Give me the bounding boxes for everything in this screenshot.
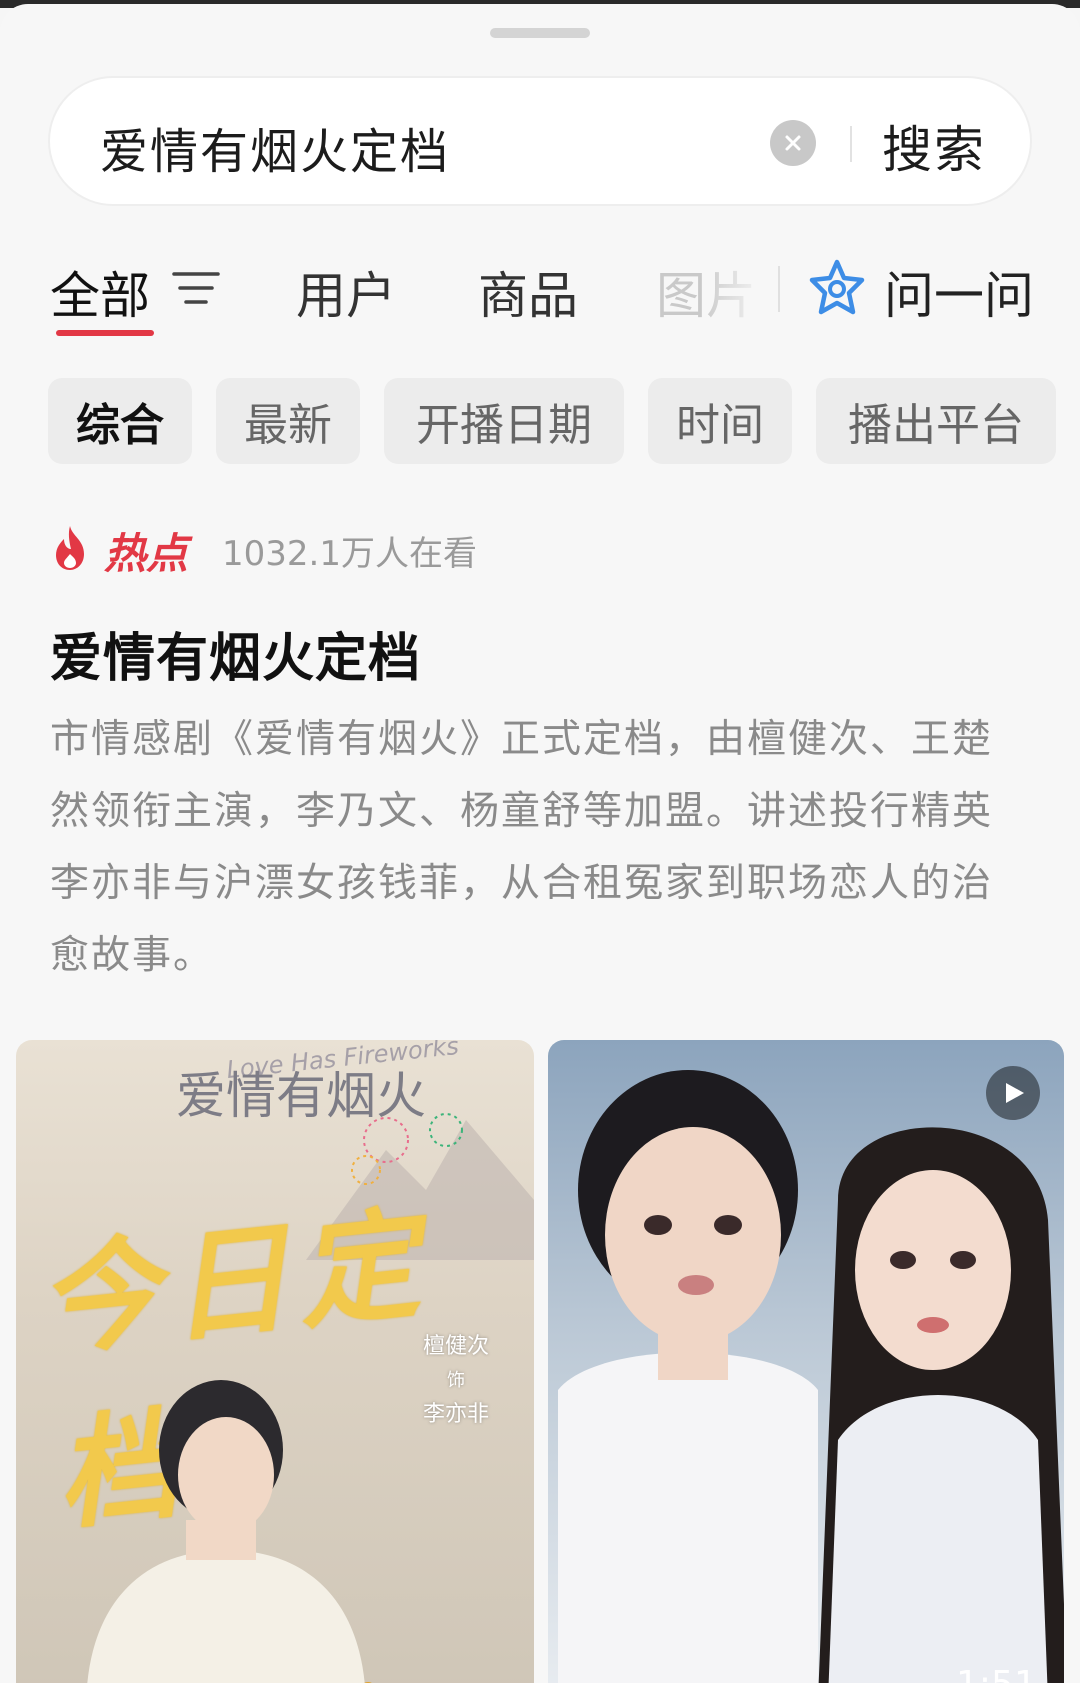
chip-comprehensive[interactable]: 综合 (48, 378, 192, 464)
ai-star-icon[interactable] (806, 258, 868, 320)
tab-goods[interactable]: 商品 (478, 256, 578, 328)
search-input[interactable]: 爱情有烟火定档 (100, 112, 450, 182)
poster-title: 爱情有烟火 (176, 1067, 426, 1125)
clear-button[interactable] (770, 120, 816, 166)
chip-latest[interactable]: 最新 (216, 378, 360, 464)
search-divider (850, 126, 852, 162)
tab-separator (778, 266, 780, 312)
tab-users[interactable]: 用户 (296, 256, 396, 328)
close-icon (785, 135, 801, 151)
poster-cast-as: 饰 (447, 1370, 465, 1391)
video-person-art (558, 1070, 818, 1683)
filter-icon[interactable] (172, 268, 220, 308)
result-title[interactable]: 爱情有烟火定档 (50, 616, 421, 691)
hot-label: 热点 (104, 529, 189, 578)
chip-air-date[interactable]: 开播日期 (384, 378, 624, 464)
result-description[interactable]: 市情感剧《爱情有烟火》正式定档，由檀健次、王楚然领衔主演，李乃文、杨童舒等加盟。… (50, 704, 1030, 992)
drag-handle[interactable] (490, 28, 590, 38)
search-sheet: 爱情有烟火定档 搜索 全部 用户 商品 图片 问一问 综合 最新 开播日期 时间… (0, 4, 1080, 1683)
flame-icon (56, 526, 84, 570)
chip-platform[interactable]: 播出平台 (816, 378, 1056, 464)
video-thumbnail[interactable]: 1:51 (548, 1040, 1064, 1683)
ask-label[interactable]: 问一问 (884, 256, 1034, 328)
active-tab-indicator (56, 330, 154, 336)
tab-fade (700, 244, 780, 334)
poster-cast: 檀健次 饰 李亦非 (416, 1330, 496, 1432)
play-button[interactable] (986, 1066, 1040, 1120)
play-icon (1006, 1083, 1024, 1103)
poster-cast-actor: 檀健次 (422, 1334, 489, 1359)
poster-cast-role: 李亦非 (422, 1402, 489, 1427)
poster-person-art (87, 1380, 372, 1683)
tab-all[interactable]: 全部 (50, 256, 150, 328)
video-person-art-2 (818, 1127, 1064, 1683)
poster-image[interactable]: Love Has Fireworks 爱情有烟火 今日定档 檀健次 饰 李亦非 (16, 1040, 534, 1683)
hot-count: 1032.1万人在看 (222, 534, 477, 574)
search-bar[interactable]: 爱情有烟火定档 搜索 (48, 76, 1032, 206)
search-button[interactable]: 搜索 (882, 110, 986, 182)
chip-time[interactable]: 时间 (648, 378, 792, 464)
video-duration: 1:51 (956, 1664, 1037, 1683)
